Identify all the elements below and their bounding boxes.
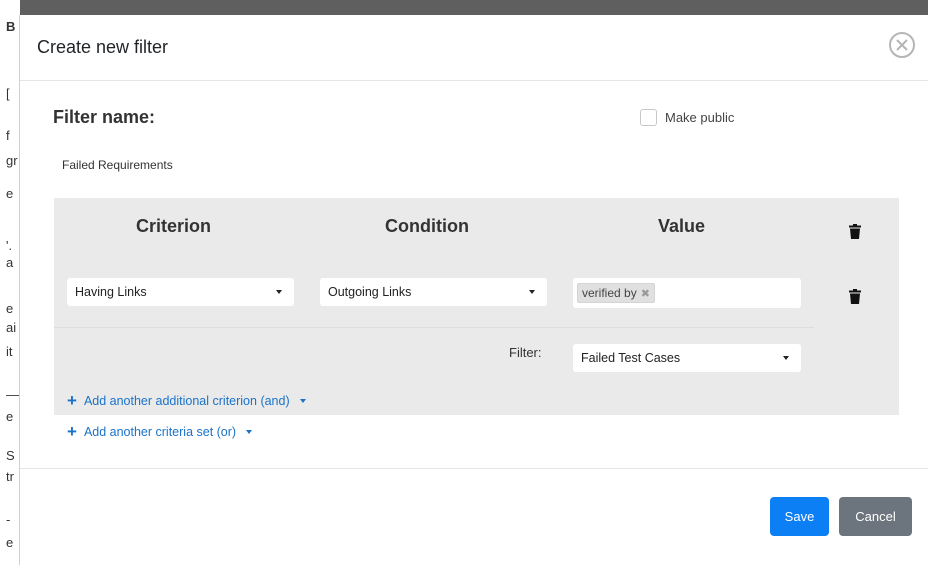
value-column-header: Value [658, 216, 706, 236]
background-fragment: e [6, 186, 14, 201]
chevron-down-icon [783, 356, 789, 360]
plus-icon: + [67, 422, 77, 441]
background-fragment: it [6, 344, 13, 359]
sub-filter-select[interactable]: Failed Test Cases [573, 344, 801, 372]
criterion-select[interactable]: Having Links [67, 278, 294, 306]
close-button[interactable] [889, 32, 915, 58]
modal-footer-divider [20, 468, 928, 469]
chevron-down-icon [299, 398, 306, 403]
chevron-down-icon [529, 290, 535, 294]
make-public-checkbox[interactable] [640, 109, 657, 126]
add-and-criterion-label: Add another additional criterion (and) [83, 393, 290, 408]
cancel-button[interactable]: Cancel [839, 497, 912, 536]
row-divider [54, 327, 814, 328]
background-fragment: tr [6, 469, 14, 484]
background-fragment: ai [6, 320, 17, 335]
background-fragment: a [6, 255, 14, 270]
filter-name-field[interactable]: Failed Requirements [62, 158, 173, 172]
background-fragment: gr [6, 153, 18, 168]
sub-filter-label: Filter: [509, 345, 542, 360]
sub-filter-select-value: Failed Test Cases [581, 351, 681, 365]
delete-criterion-icon[interactable] [849, 289, 861, 304]
background-fragment: [ [6, 86, 10, 101]
background-page-header [0, 0, 928, 15]
chevron-down-icon [276, 290, 282, 294]
filter-name-label: Filter name: [53, 107, 156, 127]
background-fragment: f [6, 128, 10, 143]
add-or-criteria-set-button[interactable]: + Add another criteria set (or) [67, 422, 253, 441]
add-or-criteria-set-label: Add another criteria set (or) [83, 424, 237, 439]
modal-title: Create new filter [37, 37, 169, 57]
value-tag-label: verified by [582, 286, 637, 300]
background-page: B [ f gr e '. a e ai it — e S tr - e [0, 0, 20, 565]
background-fragment: e [6, 301, 14, 316]
criterion-column-header: Criterion [136, 216, 212, 236]
value-tag: verified by ✖ [577, 283, 655, 303]
background-fragment: - [6, 512, 11, 527]
condition-select[interactable]: Outgoing Links [320, 278, 547, 306]
condition-column-header: Condition [385, 216, 469, 236]
background-fragment: e [6, 409, 14, 424]
modal-header: Create new filter [20, 15, 928, 81]
criterion-select-value: Having Links [75, 285, 147, 299]
chevron-down-icon [246, 429, 253, 434]
background-fragment: S [6, 448, 15, 463]
condition-select-value: Outgoing Links [328, 285, 412, 299]
close-circle-icon [896, 39, 908, 51]
delete-criteria-set-icon[interactable] [849, 224, 861, 239]
save-button[interactable]: Save [770, 497, 829, 536]
create-filter-modal: Create new filter Filter name: Make publ… [19, 15, 928, 565]
background-fragment: '. [6, 238, 13, 253]
value-tag-input[interactable]: verified by ✖ [573, 278, 801, 308]
make-public-label: Make public [665, 110, 735, 125]
plus-icon: + [67, 391, 77, 410]
background-fragment: — [6, 387, 19, 402]
background-fragment: B [6, 19, 16, 34]
background-fragment: e [6, 535, 14, 550]
make-public-toggle[interactable]: Make public [640, 109, 734, 126]
add-and-criterion-button[interactable]: + Add another additional criterion (and) [67, 392, 306, 409]
remove-tag-icon[interactable]: ✖ [641, 287, 650, 300]
